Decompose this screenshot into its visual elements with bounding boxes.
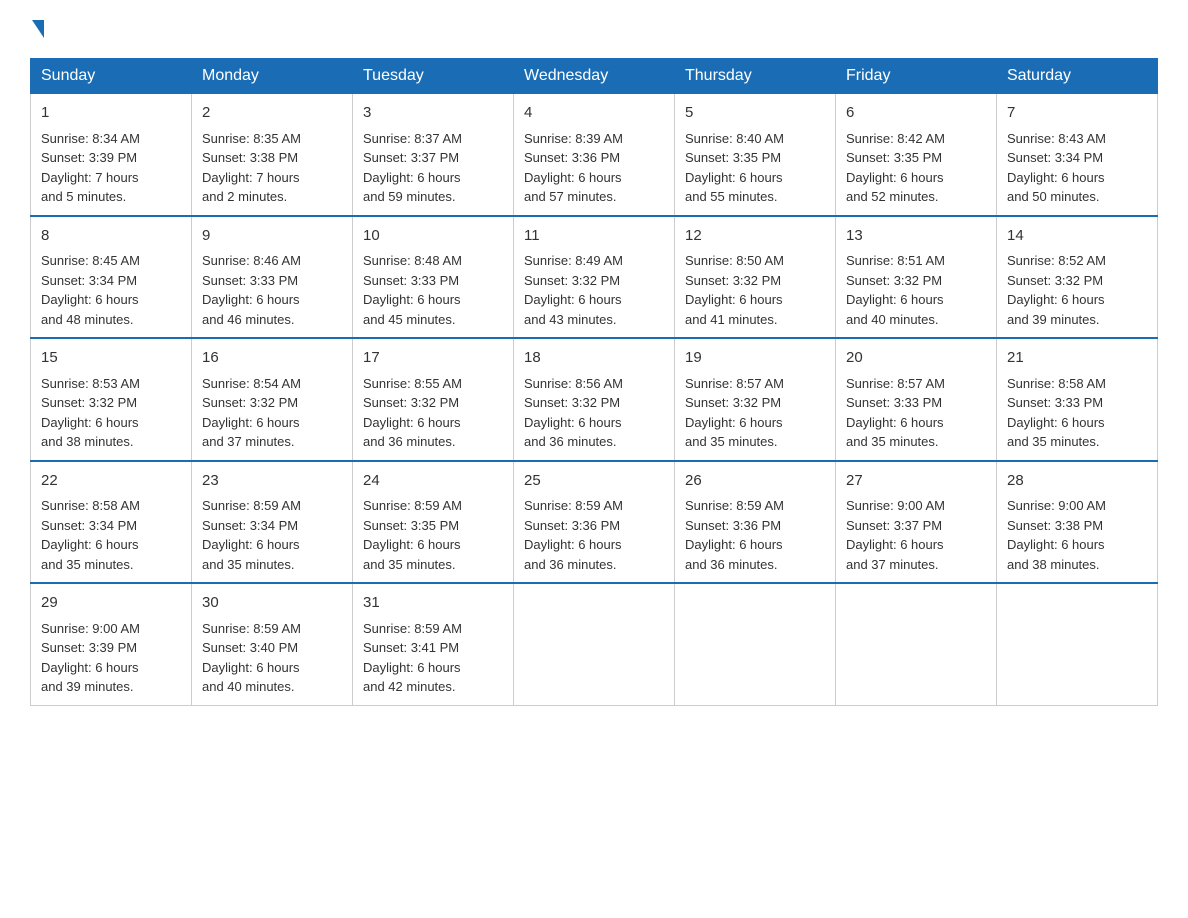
calendar-day-15: 15Sunrise: 8:53 AMSunset: 3:32 PMDayligh… xyxy=(31,338,192,461)
calendar-day-12: 12Sunrise: 8:50 AMSunset: 3:32 PMDayligh… xyxy=(675,216,836,339)
calendar-day-20: 20Sunrise: 8:57 AMSunset: 3:33 PMDayligh… xyxy=(836,338,997,461)
calendar-day-11: 11Sunrise: 8:49 AMSunset: 3:32 PMDayligh… xyxy=(514,216,675,339)
calendar-day-29: 29Sunrise: 9:00 AMSunset: 3:39 PMDayligh… xyxy=(31,583,192,705)
day-number: 8 xyxy=(41,225,181,248)
calendar-week-2: 8Sunrise: 8:45 AMSunset: 3:34 PMDaylight… xyxy=(31,216,1158,339)
day-number: 23 xyxy=(202,470,342,493)
calendar-table: SundayMondayTuesdayWednesdayThursdayFrid… xyxy=(30,58,1158,706)
logo xyxy=(30,20,46,38)
day-number: 15 xyxy=(41,347,181,370)
calendar-week-5: 29Sunrise: 9:00 AMSunset: 3:39 PMDayligh… xyxy=(31,583,1158,705)
calendar-day-9: 9Sunrise: 8:46 AMSunset: 3:33 PMDaylight… xyxy=(192,216,353,339)
day-header-friday: Friday xyxy=(836,59,997,94)
logo-arrow-icon xyxy=(32,20,44,38)
calendar-day-26: 26Sunrise: 8:59 AMSunset: 3:36 PMDayligh… xyxy=(675,461,836,584)
calendar-day-5: 5Sunrise: 8:40 AMSunset: 3:35 PMDaylight… xyxy=(675,94,836,216)
day-header-saturday: Saturday xyxy=(997,59,1158,94)
day-number: 10 xyxy=(363,225,503,248)
day-number: 27 xyxy=(846,470,986,493)
day-number: 30 xyxy=(202,592,342,615)
day-number: 3 xyxy=(363,102,503,125)
calendar-day-4: 4Sunrise: 8:39 AMSunset: 3:36 PMDaylight… xyxy=(514,94,675,216)
day-number: 5 xyxy=(685,102,825,125)
day-number: 22 xyxy=(41,470,181,493)
day-number: 17 xyxy=(363,347,503,370)
day-number: 18 xyxy=(524,347,664,370)
calendar-week-1: 1Sunrise: 8:34 AMSunset: 3:39 PMDaylight… xyxy=(31,94,1158,216)
calendar-empty xyxy=(675,583,836,705)
calendar-day-23: 23Sunrise: 8:59 AMSunset: 3:34 PMDayligh… xyxy=(192,461,353,584)
calendar-day-17: 17Sunrise: 8:55 AMSunset: 3:32 PMDayligh… xyxy=(353,338,514,461)
day-header-thursday: Thursday xyxy=(675,59,836,94)
calendar-header-row: SundayMondayTuesdayWednesdayThursdayFrid… xyxy=(31,59,1158,94)
calendar-week-3: 15Sunrise: 8:53 AMSunset: 3:32 PMDayligh… xyxy=(31,338,1158,461)
calendar-week-4: 22Sunrise: 8:58 AMSunset: 3:34 PMDayligh… xyxy=(31,461,1158,584)
calendar-day-10: 10Sunrise: 8:48 AMSunset: 3:33 PMDayligh… xyxy=(353,216,514,339)
calendar-day-30: 30Sunrise: 8:59 AMSunset: 3:40 PMDayligh… xyxy=(192,583,353,705)
day-number: 11 xyxy=(524,225,664,248)
day-number: 7 xyxy=(1007,102,1147,125)
calendar-empty xyxy=(514,583,675,705)
calendar-day-27: 27Sunrise: 9:00 AMSunset: 3:37 PMDayligh… xyxy=(836,461,997,584)
day-number: 2 xyxy=(202,102,342,125)
calendar-day-19: 19Sunrise: 8:57 AMSunset: 3:32 PMDayligh… xyxy=(675,338,836,461)
day-number: 25 xyxy=(524,470,664,493)
calendar-day-6: 6Sunrise: 8:42 AMSunset: 3:35 PMDaylight… xyxy=(836,94,997,216)
day-number: 29 xyxy=(41,592,181,615)
day-number: 26 xyxy=(685,470,825,493)
calendar-day-7: 7Sunrise: 8:43 AMSunset: 3:34 PMDaylight… xyxy=(997,94,1158,216)
day-number: 21 xyxy=(1007,347,1147,370)
day-number: 16 xyxy=(202,347,342,370)
calendar-day-22: 22Sunrise: 8:58 AMSunset: 3:34 PMDayligh… xyxy=(31,461,192,584)
calendar-day-1: 1Sunrise: 8:34 AMSunset: 3:39 PMDaylight… xyxy=(31,94,192,216)
calendar-day-13: 13Sunrise: 8:51 AMSunset: 3:32 PMDayligh… xyxy=(836,216,997,339)
day-number: 4 xyxy=(524,102,664,125)
day-header-sunday: Sunday xyxy=(31,59,192,94)
calendar-day-31: 31Sunrise: 8:59 AMSunset: 3:41 PMDayligh… xyxy=(353,583,514,705)
day-number: 24 xyxy=(363,470,503,493)
calendar-day-28: 28Sunrise: 9:00 AMSunset: 3:38 PMDayligh… xyxy=(997,461,1158,584)
day-header-wednesday: Wednesday xyxy=(514,59,675,94)
calendar-day-3: 3Sunrise: 8:37 AMSunset: 3:37 PMDaylight… xyxy=(353,94,514,216)
calendar-day-21: 21Sunrise: 8:58 AMSunset: 3:33 PMDayligh… xyxy=(997,338,1158,461)
calendar-empty xyxy=(836,583,997,705)
calendar-day-18: 18Sunrise: 8:56 AMSunset: 3:32 PMDayligh… xyxy=(514,338,675,461)
calendar-day-25: 25Sunrise: 8:59 AMSunset: 3:36 PMDayligh… xyxy=(514,461,675,584)
day-number: 6 xyxy=(846,102,986,125)
day-number: 14 xyxy=(1007,225,1147,248)
day-number: 28 xyxy=(1007,470,1147,493)
day-number: 9 xyxy=(202,225,342,248)
day-header-monday: Monday xyxy=(192,59,353,94)
page-header xyxy=(30,20,1158,38)
day-number: 1 xyxy=(41,102,181,125)
day-number: 31 xyxy=(363,592,503,615)
calendar-day-8: 8Sunrise: 8:45 AMSunset: 3:34 PMDaylight… xyxy=(31,216,192,339)
day-number: 13 xyxy=(846,225,986,248)
calendar-day-16: 16Sunrise: 8:54 AMSunset: 3:32 PMDayligh… xyxy=(192,338,353,461)
day-number: 19 xyxy=(685,347,825,370)
day-number: 12 xyxy=(685,225,825,248)
calendar-day-14: 14Sunrise: 8:52 AMSunset: 3:32 PMDayligh… xyxy=(997,216,1158,339)
calendar-empty xyxy=(997,583,1158,705)
day-header-tuesday: Tuesday xyxy=(353,59,514,94)
calendar-day-2: 2Sunrise: 8:35 AMSunset: 3:38 PMDaylight… xyxy=(192,94,353,216)
day-number: 20 xyxy=(846,347,986,370)
calendar-day-24: 24Sunrise: 8:59 AMSunset: 3:35 PMDayligh… xyxy=(353,461,514,584)
